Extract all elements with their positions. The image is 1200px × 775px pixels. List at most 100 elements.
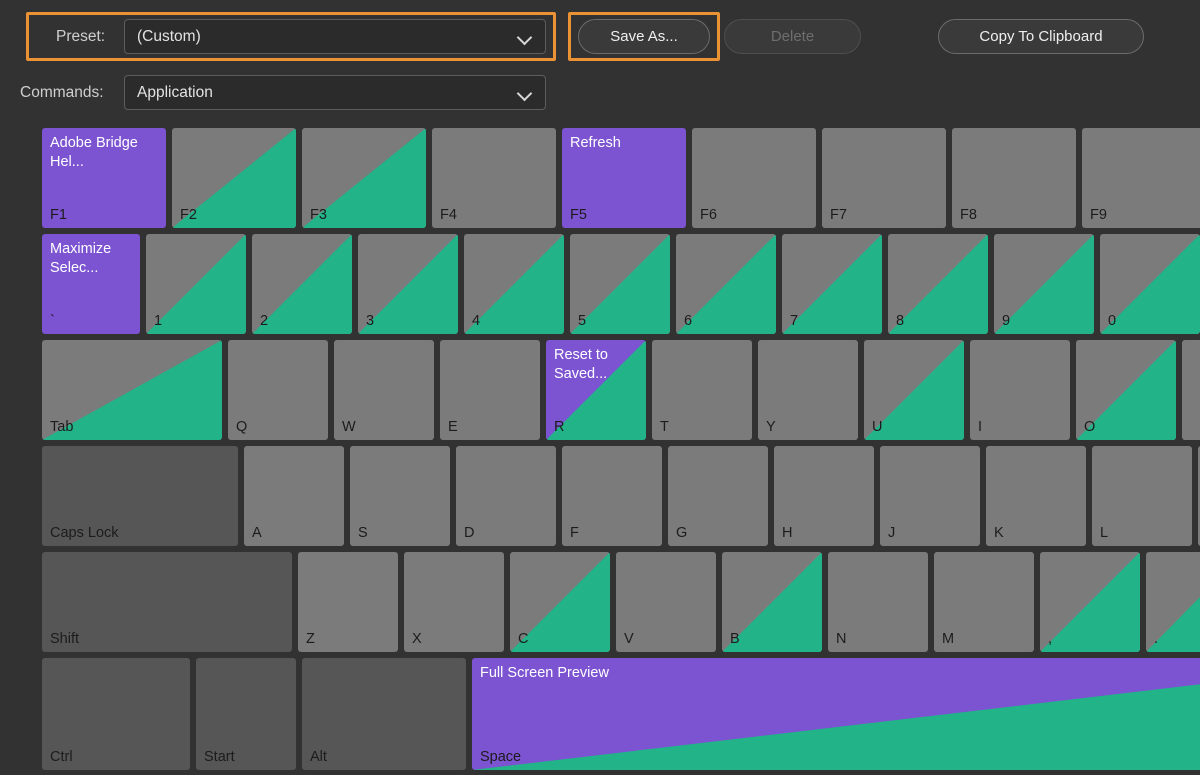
key-name-label: L [1100, 526, 1108, 541]
key-k[interactable]: K [986, 446, 1086, 546]
key-u[interactable]: U [864, 340, 964, 440]
key-caps-lock[interactable]: Caps Lock [42, 446, 238, 546]
key-alt[interactable]: Alt [302, 658, 466, 770]
key-d[interactable]: D [456, 446, 556, 546]
key-command-label: Adobe Bridge Hel... [50, 134, 160, 173]
key-name-label: 2 [260, 314, 268, 329]
shortcut-triangle-marker [1076, 340, 1176, 440]
key-f8[interactable]: F8 [952, 128, 1076, 228]
key-f4[interactable]: F4 [432, 128, 556, 228]
shortcut-triangle-marker [358, 234, 458, 334]
key-name-label: Caps Lock [50, 526, 119, 541]
key-blank-2-10[interactable] [1182, 340, 1200, 440]
key-command-label: Refresh [570, 134, 680, 153]
key-name-label: ` [50, 314, 55, 329]
key-command-label: Reset to Saved... [554, 346, 640, 385]
key-m[interactable]: M [934, 552, 1034, 652]
key-name-label: 0 [1108, 314, 1116, 329]
key-name-label: F9 [1090, 208, 1107, 223]
key-name-label: 3 [366, 314, 374, 329]
key-3[interactable]: 3 [358, 234, 458, 334]
key-i[interactable]: I [970, 340, 1070, 440]
key-name-label: R [554, 420, 564, 435]
key-start[interactable]: Start [196, 658, 296, 770]
shortcut-triangle-marker [464, 234, 564, 334]
key-s[interactable]: S [350, 446, 450, 546]
key-0[interactable]: 0 [1100, 234, 1200, 334]
shortcut-triangle-marker [252, 234, 352, 334]
key-shift[interactable]: Shift [42, 552, 292, 652]
key-name-label: W [342, 420, 356, 435]
key-name-label: F1 [50, 208, 67, 223]
shortcut-triangle-marker [888, 234, 988, 334]
commands-label: Commands: [20, 85, 104, 101]
key-name-label: N [836, 632, 846, 647]
shortcut-triangle-marker [42, 340, 222, 440]
key-f1[interactable]: Adobe Bridge Hel... F1 [42, 128, 166, 228]
key-name-label: F5 [570, 208, 587, 223]
key-4[interactable]: 4 [464, 234, 564, 334]
commands-dropdown[interactable]: Application [124, 75, 546, 110]
preset-dropdown[interactable]: (Custom) [124, 19, 546, 54]
key-g[interactable]: G [668, 446, 768, 546]
key-8[interactable]: 8 [888, 234, 988, 334]
key-name-label: C [518, 632, 528, 647]
key-name-label: D [464, 526, 474, 541]
save-as-button[interactable]: Save As... [578, 19, 710, 54]
key-f6[interactable]: F6 [692, 128, 816, 228]
key-2[interactable]: 2 [252, 234, 352, 334]
shortcut-triangle-marker [172, 128, 296, 228]
key-a[interactable]: A [244, 446, 344, 546]
shortcut-triangle-marker [722, 552, 822, 652]
key-f7[interactable]: F7 [822, 128, 946, 228]
key--[interactable]: . [1146, 552, 1200, 652]
key-f9[interactable]: F9 [1082, 128, 1200, 228]
key-r[interactable]: Reset to Saved... R [546, 340, 646, 440]
key-5[interactable]: 5 [570, 234, 670, 334]
key-t[interactable]: T [652, 340, 752, 440]
key-j[interactable]: J [880, 446, 980, 546]
shortcut-triangle-marker [302, 128, 426, 228]
key-n[interactable]: N [828, 552, 928, 652]
key-e[interactable]: E [440, 340, 540, 440]
key-y[interactable]: Y [758, 340, 858, 440]
shortcut-triangle-marker [472, 658, 1200, 770]
key-name-label: J [888, 526, 895, 541]
key-c[interactable]: C [510, 552, 610, 652]
shortcut-triangle-marker [864, 340, 964, 440]
key-f5[interactable]: Refresh F5 [562, 128, 686, 228]
key-6[interactable]: 6 [676, 234, 776, 334]
key-name-label: , [1048, 632, 1052, 647]
key-z[interactable]: Z [298, 552, 398, 652]
key-w[interactable]: W [334, 340, 434, 440]
key-name-label: Tab [50, 420, 73, 435]
key-name-label: 5 [578, 314, 586, 329]
key-f2[interactable]: F2 [172, 128, 296, 228]
key-name-label: F2 [180, 208, 197, 223]
key-space[interactable]: Full Screen PreviewSpace [472, 658, 1200, 770]
key-1[interactable]: 1 [146, 234, 246, 334]
key-v[interactable]: V [616, 552, 716, 652]
key-f[interactable]: F [562, 446, 662, 546]
key-b[interactable]: B [722, 552, 822, 652]
key--[interactable]: , [1040, 552, 1140, 652]
key-o[interactable]: O [1076, 340, 1176, 440]
key-name-label: Ctrl [50, 750, 73, 765]
key-f3[interactable]: F3 [302, 128, 426, 228]
key--[interactable]: Maximize Selec...` [42, 234, 140, 334]
key-name-label: Y [766, 420, 776, 435]
key-ctrl[interactable]: Ctrl [42, 658, 190, 770]
key-name-label: 4 [472, 314, 480, 329]
key-7[interactable]: 7 [782, 234, 882, 334]
key-9[interactable]: 9 [994, 234, 1094, 334]
key-q[interactable]: Q [228, 340, 328, 440]
key-x[interactable]: X [404, 552, 504, 652]
key-name-label: G [676, 526, 687, 541]
key-tab[interactable]: Tab [42, 340, 222, 440]
key-name-label: 1 [154, 314, 162, 329]
copy-to-clipboard-button[interactable]: Copy To Clipboard [938, 19, 1144, 54]
key-h[interactable]: H [774, 446, 874, 546]
preset-dropdown-value: (Custom) [137, 28, 517, 46]
key-l[interactable]: L [1092, 446, 1192, 546]
shortcut-triangle-marker [676, 234, 776, 334]
